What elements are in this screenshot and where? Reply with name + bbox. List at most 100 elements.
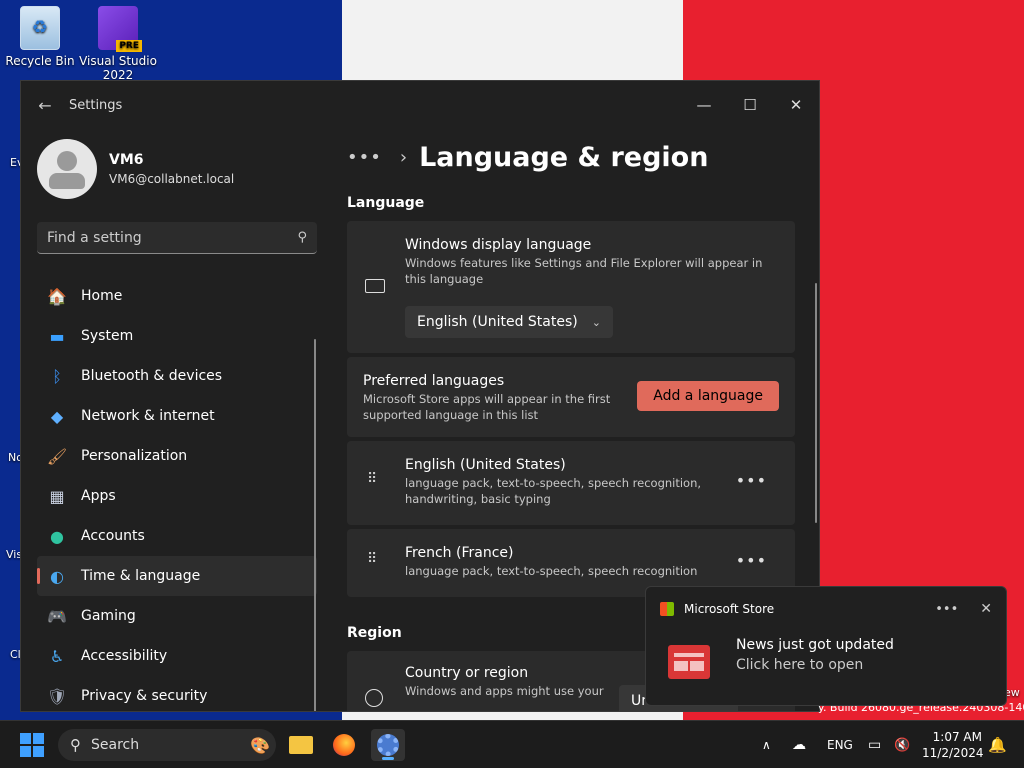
home-icon: 🏠 <box>47 286 67 306</box>
close-button[interactable]: ✕ <box>773 96 819 114</box>
network-disconnected-icon[interactable]: ☁ <box>792 721 806 768</box>
desktop-icon-visual-studio[interactable]: PRE Visual Studio 2022 Preview <box>78 0 158 80</box>
language-features: language pack, text-to-speech, speech re… <box>405 476 702 506</box>
volume-muted-icon[interactable]: 🔇 <box>894 721 910 768</box>
notification-subtitle: Click here to open <box>736 657 864 673</box>
window-title: Settings <box>69 97 123 113</box>
language-item[interactable]: ⠿ English (United States) language pack,… <box>347 441 795 525</box>
sidebar-item-system[interactable]: ▬ System <box>37 316 317 356</box>
shield-icon: 🛡 <box>46 686 68 706</box>
notification-title: News just got updated <box>736 637 894 653</box>
search-input[interactable]: Find a setting ⚲ <box>37 222 317 254</box>
notification-app-name: Microsoft Store <box>684 602 775 616</box>
input-language-indicator[interactable]: ENG <box>827 721 853 768</box>
clock[interactable]: 1:07 AM 11/2/2024 <box>922 729 984 761</box>
language-more-button[interactable]: ••• <box>736 551 767 570</box>
display-language-desc: Windows features like Settings and File … <box>405 256 763 286</box>
language-more-button[interactable]: ••• <box>736 471 767 490</box>
notification-more-button[interactable]: ••• <box>935 602 958 617</box>
brush-icon: 🖌 <box>46 446 68 466</box>
sidebar-item-label: Time & language <box>81 568 201 584</box>
country-region-desc: Windows and apps might use your <box>405 684 604 698</box>
settings-app-button[interactable] <box>371 729 405 761</box>
sidebar-scrollbar[interactable] <box>314 339 316 711</box>
clock-time: 1:07 AM <box>932 730 982 744</box>
globe-clock-icon: ◐ <box>50 566 64 586</box>
drag-handle-icon[interactable]: ⠿ <box>367 471 377 487</box>
back-button[interactable]: ← <box>21 96 69 115</box>
sidebar-item-label: System <box>81 328 134 344</box>
add-language-button[interactable]: Add a language <box>637 381 779 411</box>
sidebar-item-label: Home <box>81 288 123 304</box>
desktop-icon-recycle-bin[interactable]: Recycle Bin <box>0 0 80 68</box>
taskbar-search[interactable]: ⚲ Search 🎨 <box>58 729 276 761</box>
store-notification[interactable]: Microsoft Store ••• ✕ News just got upda… <box>645 586 1007 706</box>
sidebar-item-time-language[interactable]: ◐ Time & language <box>37 556 317 596</box>
globe-icon <box>365 689 383 707</box>
sidebar-item-personalization[interactable]: 🖌 Personalization <box>37 436 317 476</box>
search-placeholder: Find a setting <box>47 229 142 246</box>
search-icon: ⚲ <box>297 230 307 245</box>
sidebar-item-network-internet[interactable]: ◆ Network & internet <box>37 396 317 436</box>
content-scrollbar[interactable] <box>815 283 817 523</box>
gear-icon <box>377 734 399 756</box>
wifi-icon: ◆ <box>50 406 64 426</box>
section-heading-language: Language <box>347 195 425 211</box>
taskbar: ⚲ Search 🎨 ∧ ☁ ENG ▭ 🔇 1:07 AM 11/2/2024… <box>0 720 1024 768</box>
system-icon: ▬ <box>49 326 65 346</box>
minimize-button[interactable]: — <box>681 96 727 114</box>
notification-bell-icon[interactable]: 🔔 <box>988 721 1007 768</box>
visual-studio-icon: PRE <box>98 6 142 52</box>
preferred-languages-card: Preferred languages Microsoft Store apps… <box>347 357 795 437</box>
language-name: English (United States) <box>405 457 566 473</box>
title-bar: ← Settings — ☐ ✕ <box>21 81 819 129</box>
country-region-title: Country or region <box>405 665 529 681</box>
show-hidden-icons-button[interactable]: ∧ <box>762 721 771 768</box>
sidebar-item-label: Privacy & security <box>81 688 208 704</box>
firefox-button[interactable] <box>327 729 361 761</box>
maximize-button[interactable]: ☐ <box>727 96 773 114</box>
preferred-languages-desc: Microsoft Store apps will appear in the … <box>363 392 611 422</box>
language-name: French (France) <box>405 545 514 561</box>
notification-close-button[interactable]: ✕ <box>980 601 992 617</box>
sidebar-item-accessibility[interactable]: ♿ Accessibility <box>37 636 317 676</box>
profile[interactable]: VM6 VM6@collabnet.local <box>21 129 323 209</box>
chevron-down-icon: ⌄ <box>591 315 601 329</box>
firefox-icon <box>333 734 355 756</box>
sidebar-nav: 🏠 Home ▬ System ᛒ Bluetooth & devices ◆ Network… <box>37 276 317 711</box>
sidebar-item-label: Bluetooth & devices <box>81 368 223 384</box>
profile-name: VM6 <box>109 152 144 168</box>
microsoft-store-icon <box>660 602 674 616</box>
sidebar-item-home[interactable]: 🏠 Home <box>37 276 317 316</box>
display-icon[interactable]: ▭ <box>868 721 881 768</box>
start-button[interactable] <box>20 733 44 757</box>
sidebar-item-privacy-security[interactable]: 🛡 Privacy & security <box>37 676 317 711</box>
sidebar-item-apps[interactable]: ▦ Apps <box>37 476 317 516</box>
search-icon: ⚲ <box>70 736 81 754</box>
sidebar-item-label: Personalization <box>81 448 188 464</box>
sidebar-item-accounts[interactable]: ● Accounts <box>37 516 317 556</box>
sidebar-item-label: Apps <box>81 488 116 504</box>
breadcrumb-overflow-button[interactable]: ••• <box>347 147 382 168</box>
sidebar-item-label: Accessibility <box>81 648 168 664</box>
chevron-right-icon: › <box>399 146 408 168</box>
sidebar-item-label: Gaming <box>81 608 136 624</box>
sidebar-item-bluetooth-devices[interactable]: ᛒ Bluetooth & devices <box>37 356 317 396</box>
desktop-icon-label: Recycle Bin <box>5 54 75 68</box>
bluetooth-icon: ᛒ <box>52 366 62 386</box>
language-features: language pack, text-to-speech, speech re… <box>405 564 698 578</box>
accessibility-icon: ♿ <box>49 646 65 666</box>
preview-badge: PRE <box>116 40 142 52</box>
drag-handle-icon[interactable]: ⠿ <box>367 551 377 567</box>
page-title: Language & region <box>419 141 709 173</box>
file-explorer-button[interactable] <box>284 729 318 761</box>
display-language-dropdown[interactable]: English (United States) ⌄ <box>405 306 613 338</box>
taskbar-search-label: Search <box>91 737 140 753</box>
display-language-title: Windows display language <box>405 237 592 253</box>
sidebar-item-label: Accounts <box>81 528 145 544</box>
sidebar-item-gaming[interactable]: 🎮 Gaming <box>37 596 317 636</box>
display-language-value: English (United States) <box>417 314 578 330</box>
apps-icon: ▦ <box>49 486 65 506</box>
sidebar-item-label: Network & internet <box>81 408 215 424</box>
folder-icon <box>289 736 313 754</box>
